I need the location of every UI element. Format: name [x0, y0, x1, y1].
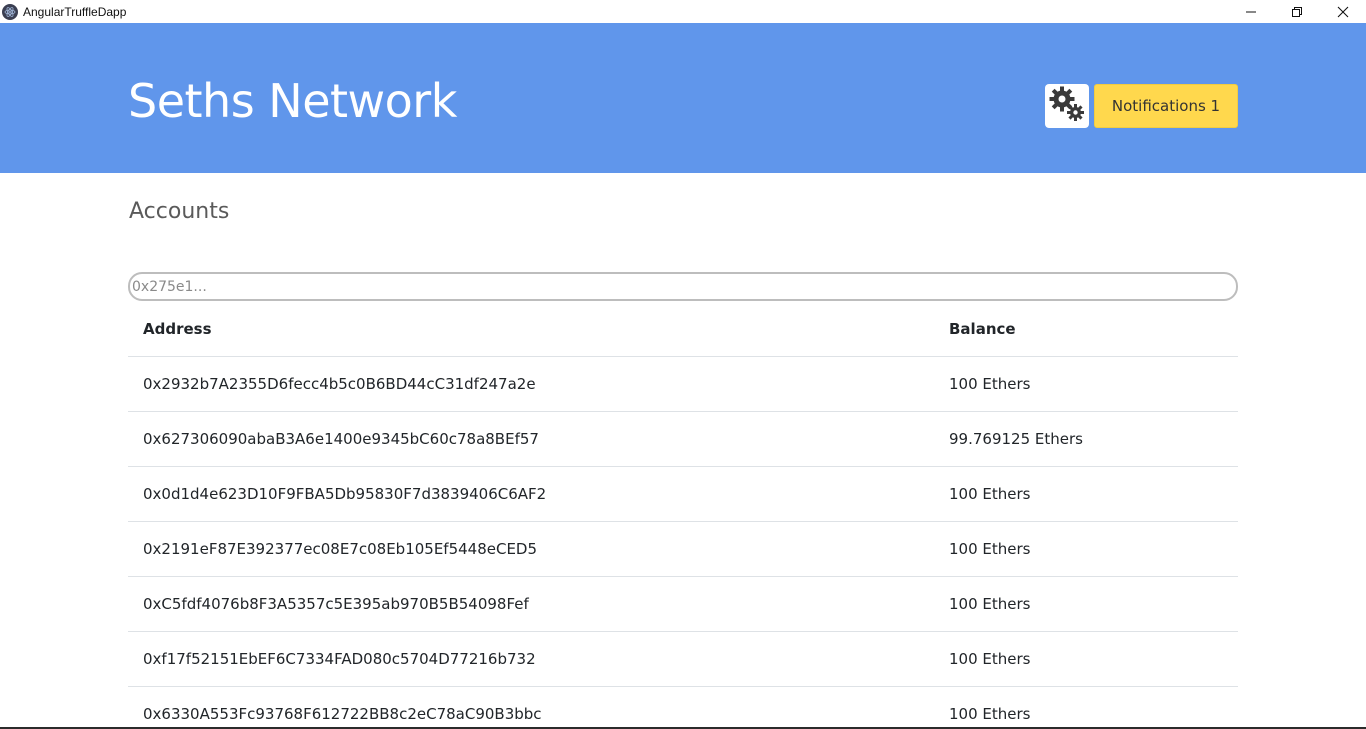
account-address: 0xC5fdf4076b8F3A5357c5E395ab970B5B54098F…: [143, 595, 529, 613]
account-balance: 100 Ethers: [949, 595, 1031, 613]
minimize-button[interactable]: [1228, 0, 1274, 23]
brand-title: Seths Network: [128, 74, 457, 128]
close-button[interactable]: [1320, 0, 1366, 23]
accounts-table: Address Balance 0x2932b7A2355D6fecc4b5c0…: [128, 302, 1238, 729]
restore-icon: [1291, 6, 1303, 18]
account-address: 0x627306090abaB3A6e1400e9345bC60c78a8BEf…: [143, 430, 539, 448]
account-balance: 99.769125 Ethers: [949, 430, 1083, 448]
account-balance: 100 Ethers: [949, 540, 1031, 558]
account-balance: 100 Ethers: [949, 375, 1031, 393]
table-row[interactable]: 0x627306090abaB3A6e1400e9345bC60c78a8BEf…: [128, 412, 1238, 467]
restore-button[interactable]: [1274, 0, 1320, 23]
app-header: Seths Network Notifications 1: [0, 23, 1366, 173]
electron-icon: [2, 3, 18, 20]
page-title: Accounts: [129, 199, 230, 224]
table-row[interactable]: 0x0d1d4e623D10F9FBA5Db95830F7d3839406C6A…: [128, 467, 1238, 522]
account-balance: 100 Ethers: [949, 650, 1031, 668]
account-address: 0x2191eF87E392377ec08E7c08Eb105Ef5448eCE…: [143, 540, 538, 558]
table-row[interactable]: 0xC5fdf4076b8F3A5357c5E395ab970B5B54098F…: [128, 577, 1238, 632]
settings-button[interactable]: [1045, 84, 1089, 128]
close-icon: [1337, 6, 1349, 18]
gears-icon: [1047, 84, 1087, 128]
table-body: 0x2932b7A2355D6fecc4b5c0B6BD44cC31df247a…: [128, 357, 1238, 729]
window-titlebar: AngularTruffleDapp: [0, 0, 1366, 23]
table-row[interactable]: 0x6330A553Fc93768F612722BB8c2eC78aC90B3b…: [128, 687, 1238, 729]
search-input[interactable]: [128, 272, 1238, 301]
table-row[interactable]: 0x2932b7A2355D6fecc4b5c0B6BD44cC31df247a…: [128, 357, 1238, 412]
column-header-address: Address: [143, 320, 212, 338]
table-row[interactable]: 0xf17f52151EbEF6C7334FAD080c5704D77216b7…: [128, 632, 1238, 687]
account-address: 0x6330A553Fc93768F612722BB8c2eC78aC90B3b…: [143, 705, 542, 723]
account-address: 0x0d1d4e623D10F9FBA5Db95830F7d3839406C6A…: [143, 485, 547, 503]
window-title: AngularTruffleDapp: [23, 4, 127, 19]
window-controls: [1228, 0, 1366, 23]
account-balance: 100 Ethers: [949, 705, 1031, 723]
column-header-balance: Balance: [949, 320, 1016, 338]
table-header: Address Balance: [128, 302, 1238, 357]
account-address: 0x2932b7A2355D6fecc4b5c0B6BD44cC31df247a…: [143, 375, 536, 393]
table-row[interactable]: 0x2191eF87E392377ec08E7c08Eb105Ef5448eCE…: [128, 522, 1238, 577]
notifications-button[interactable]: Notifications 1: [1094, 84, 1238, 128]
account-address: 0xf17f52151EbEF6C7334FAD080c5704D77216b7…: [143, 650, 536, 668]
minimize-icon: [1245, 6, 1257, 18]
account-balance: 100 Ethers: [949, 485, 1031, 503]
